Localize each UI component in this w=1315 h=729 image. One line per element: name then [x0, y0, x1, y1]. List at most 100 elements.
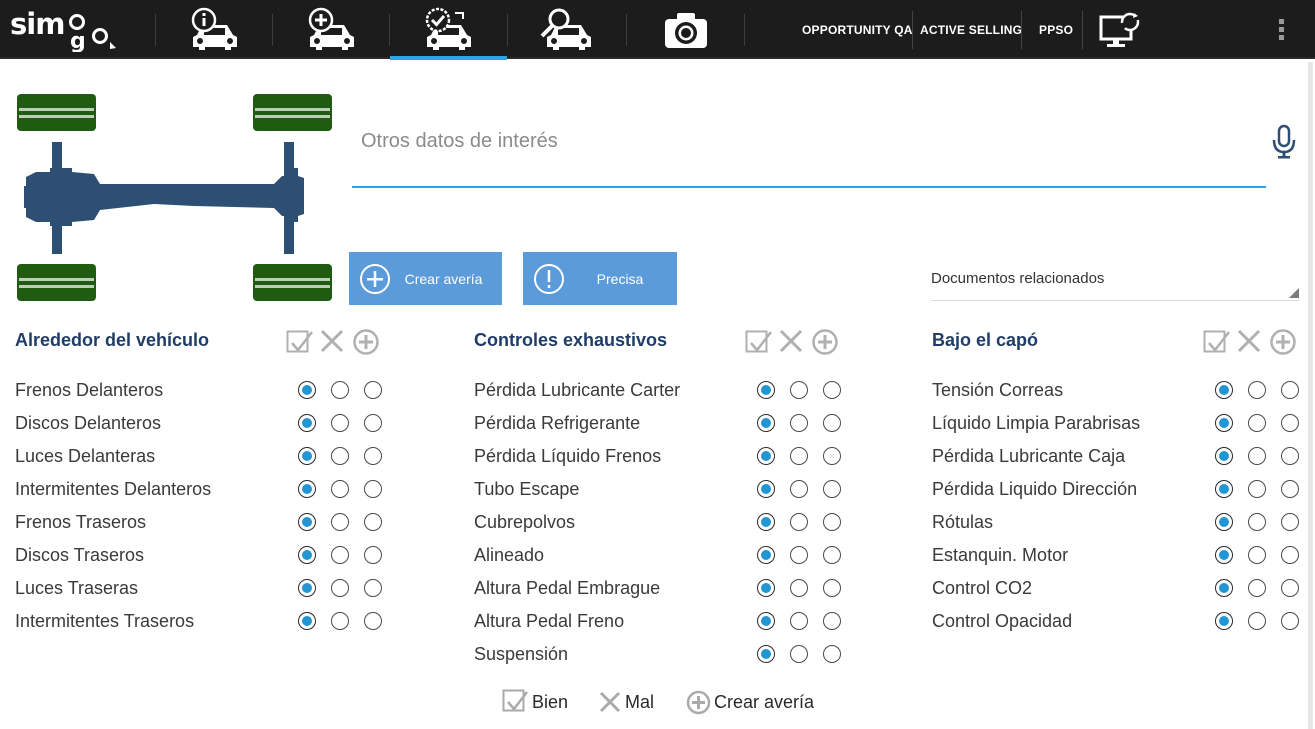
radio-mal[interactable]	[1248, 480, 1266, 498]
radio-averia[interactable]	[1281, 546, 1299, 564]
radio-bien[interactable]	[1215, 480, 1233, 498]
radio-bien[interactable]	[298, 414, 316, 432]
radio-mal[interactable]	[1248, 513, 1266, 531]
radio-bien[interactable]	[757, 480, 775, 498]
radio-averia[interactable]	[823, 579, 841, 597]
radio-mal[interactable]	[331, 546, 349, 564]
check-box-icon[interactable]	[286, 328, 314, 356]
radio-averia[interactable]	[364, 414, 382, 432]
radio-averia[interactable]	[1281, 513, 1299, 531]
radio-bien[interactable]	[757, 546, 775, 564]
radio-bien[interactable]	[757, 513, 775, 531]
radio-bien[interactable]	[1215, 546, 1233, 564]
nav-camera[interactable]	[627, 4, 744, 56]
radio-mal[interactable]	[790, 414, 808, 432]
radio-bien[interactable]	[298, 612, 316, 630]
radio-bien[interactable]	[1215, 612, 1233, 630]
radio-mal[interactable]	[1248, 579, 1266, 597]
radio-averia[interactable]	[1281, 480, 1299, 498]
radio-bien[interactable]	[757, 447, 775, 465]
radio-averia[interactable]	[364, 447, 382, 465]
radio-averia[interactable]	[823, 513, 841, 531]
radio-averia[interactable]	[364, 612, 382, 630]
radio-bien[interactable]	[757, 579, 775, 597]
radio-averia[interactable]	[364, 480, 382, 498]
kebab-menu-icon[interactable]	[1274, 19, 1288, 43]
radio-bien[interactable]	[757, 381, 775, 399]
radio-mal[interactable]	[331, 414, 349, 432]
opportunity-qa-link[interactable]: OPPORTUNITY QA	[802, 0, 913, 59]
nav-vehicle-add[interactable]	[273, 4, 390, 56]
check-box-icon[interactable]	[1203, 328, 1231, 356]
add-circle-icon[interactable]	[1269, 328, 1297, 356]
radio-averia[interactable]	[364, 381, 382, 399]
radio-mal[interactable]	[790, 546, 808, 564]
notes-field[interactable]	[352, 112, 1266, 188]
radio-bien[interactable]	[298, 579, 316, 597]
radio-averia[interactable]	[823, 612, 841, 630]
nav-vehicle-info[interactable]	[156, 4, 273, 56]
sync-button[interactable]	[1098, 10, 1142, 50]
radio-averia[interactable]	[364, 579, 382, 597]
radio-bien[interactable]	[1215, 513, 1233, 531]
radio-mal[interactable]	[331, 513, 349, 531]
radio-bien[interactable]	[298, 447, 316, 465]
nav-vehicle-search[interactable]	[508, 4, 625, 56]
radio-averia[interactable]	[823, 546, 841, 564]
precise-button[interactable]: Precisa	[523, 252, 677, 305]
radio-bien[interactable]	[1215, 579, 1233, 597]
radio-averia[interactable]	[364, 546, 382, 564]
radio-averia[interactable]	[364, 513, 382, 531]
radio-bien[interactable]	[1215, 447, 1233, 465]
radio-averia[interactable]	[823, 480, 841, 498]
radio-averia[interactable]	[1281, 381, 1299, 399]
radio-mal[interactable]	[1248, 546, 1266, 564]
radio-mal[interactable]	[331, 480, 349, 498]
create-fault-button[interactable]: Crear avería	[349, 252, 502, 305]
radio-mal[interactable]	[790, 447, 808, 465]
radio-mal[interactable]	[331, 447, 349, 465]
radio-mal[interactable]	[790, 381, 808, 399]
radio-bien[interactable]	[298, 480, 316, 498]
radio-bien[interactable]	[298, 513, 316, 531]
radio-mal[interactable]	[1248, 381, 1266, 399]
radio-averia[interactable]	[823, 447, 841, 465]
radio-mal[interactable]	[1248, 447, 1266, 465]
radio-mal[interactable]	[790, 645, 808, 663]
active-selling-link[interactable]: ACTIVE SELLING	[920, 0, 1022, 59]
radio-averia[interactable]	[1281, 579, 1299, 597]
radio-mal[interactable]	[790, 513, 808, 531]
radio-averia[interactable]	[1281, 414, 1299, 432]
check-box-icon[interactable]	[745, 328, 773, 356]
cross-icon[interactable]	[319, 328, 347, 356]
microphone-icon[interactable]	[1271, 124, 1297, 160]
radio-mal[interactable]	[331, 381, 349, 399]
radio-mal[interactable]	[790, 579, 808, 597]
add-circle-icon[interactable]	[352, 328, 380, 356]
radio-bien[interactable]	[298, 381, 316, 399]
radio-averia[interactable]	[823, 414, 841, 432]
radio-mal[interactable]	[1248, 414, 1266, 432]
radio-mal[interactable]	[790, 612, 808, 630]
nav-vehicle-check[interactable]	[390, 4, 507, 60]
radio-averia[interactable]	[1281, 612, 1299, 630]
radio-bien[interactable]	[1215, 381, 1233, 399]
radio-bien[interactable]	[1215, 414, 1233, 432]
cross-icon[interactable]	[1236, 328, 1264, 356]
cross-icon[interactable]	[778, 328, 806, 356]
radio-averia[interactable]	[1281, 447, 1299, 465]
radio-bien[interactable]	[298, 546, 316, 564]
radio-bien[interactable]	[757, 612, 775, 630]
radio-mal[interactable]	[1248, 612, 1266, 630]
radio-averia[interactable]	[823, 381, 841, 399]
app-logo[interactable]: sim g	[10, 6, 120, 52]
radio-averia[interactable]	[823, 645, 841, 663]
add-circle-icon[interactable]	[811, 328, 839, 356]
radio-mal[interactable]	[790, 480, 808, 498]
related-documents-select[interactable]: Documentos relacionados	[931, 266, 1299, 301]
radio-mal[interactable]	[331, 579, 349, 597]
ppso-link[interactable]: PPSO	[1039, 0, 1073, 59]
radio-bien[interactable]	[757, 414, 775, 432]
radio-bien[interactable]	[757, 645, 775, 663]
radio-mal[interactable]	[331, 612, 349, 630]
